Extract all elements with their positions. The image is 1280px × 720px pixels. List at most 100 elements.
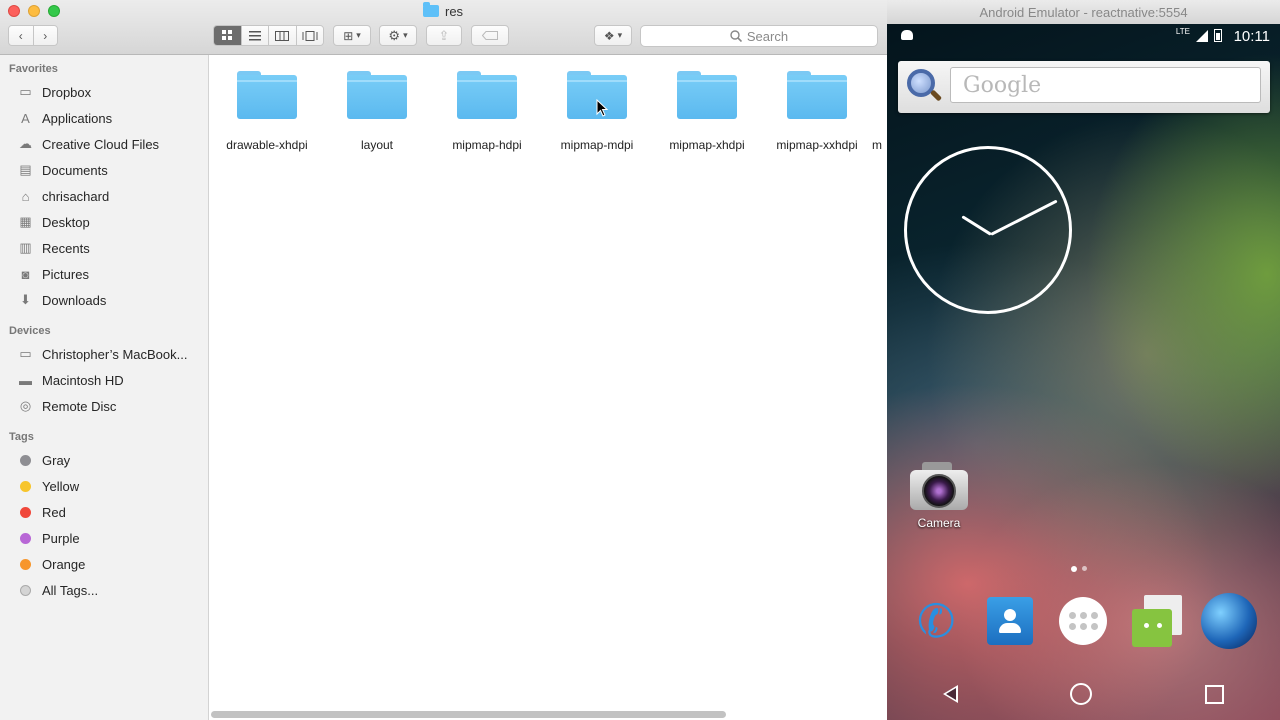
dropbox-icon: ▭: [19, 84, 32, 99]
analog-clock-widget[interactable]: [904, 146, 1072, 314]
tags-header: Tags: [9, 431, 34, 443]
sidebar-item-label: All Tags...: [42, 582, 99, 598]
search-icon-handle: [929, 89, 943, 102]
sidebar-item-documents[interactable]: ▤ Documents: [17, 159, 107, 181]
dropbox-button[interactable]: ❖ ▾: [594, 25, 632, 46]
android-nav-bar: [887, 668, 1280, 720]
dock-contacts[interactable]: [981, 592, 1039, 650]
desktop-icon: ▦: [19, 214, 32, 229]
app-drawer-icon: [1059, 597, 1107, 645]
home-icon: ⌂: [21, 188, 30, 204]
gallery-view-button[interactable]: [296, 26, 323, 45]
sidebar-item-downloads[interactable]: ⬇ Downloads: [17, 289, 106, 311]
sidebar-item-recents[interactable]: ▥ Recents: [17, 237, 89, 259]
android-notification-icon: [901, 30, 913, 40]
back-button[interactable]: ‹: [9, 26, 34, 45]
folder-item[interactable]: drawable-xhdpi: [212, 71, 322, 152]
arrange-button[interactable]: ⊞ ▾: [333, 25, 371, 46]
recents-nav-icon[interactable]: [1204, 684, 1224, 704]
share-button[interactable]: ⇪: [426, 25, 462, 46]
sidebar-item-label: Gray: [42, 452, 71, 468]
google-search-field[interactable]: Google: [950, 67, 1261, 103]
sidebar-item-label: Macintosh HD: [42, 372, 124, 388]
folder-icon: [237, 71, 297, 119]
sidebar-item-applications[interactable]: A Applications: [17, 107, 112, 129]
sidebar-item-dropbox[interactable]: ▭ Dropbox: [17, 81, 91, 103]
gear-icon: ⚙: [388, 27, 401, 43]
sidebar-tag-orange[interactable]: Orange: [17, 553, 85, 575]
maximize-window-button[interactable]: [48, 5, 60, 17]
sidebar-item-chrisachard[interactable]: ⌂ chrisachard: [17, 185, 110, 207]
sidebar-tag-yellow[interactable]: Yellow: [17, 475, 79, 497]
page-dot: [1071, 566, 1077, 572]
file-browser-content: drawable-xhdpi layout mipmap-hdpi mipmap…: [209, 55, 887, 720]
android-emulator-window: Android Emulator - reactnative:5554 LTE …: [887, 0, 1280, 720]
columns-icon: [275, 30, 290, 41]
sidebar-item-macbook[interactable]: ▭ Christopher’s MacBook...: [17, 343, 187, 365]
sidebar-tag-purple[interactable]: Purple: [17, 527, 80, 549]
app-camera[interactable]: Camera: [908, 460, 970, 530]
status-time: 10:11: [1233, 28, 1270, 45]
mouse-cursor-icon: [596, 99, 608, 117]
action-button[interactable]: ⚙ ▾: [379, 25, 417, 46]
google-search-text: Google: [963, 72, 1042, 98]
chevron-left-icon: ‹: [18, 28, 23, 43]
sidebar-item-pictures[interactable]: ◙ Pictures: [17, 263, 89, 285]
tag-color-dot: [20, 506, 31, 518]
applications-icon: A: [21, 110, 30, 126]
harddrive-icon: ▬: [19, 372, 32, 388]
dock-browser[interactable]: [1200, 592, 1258, 650]
google-search-widget[interactable]: Google: [898, 61, 1270, 113]
folder-name: drawable-xhdpi: [226, 138, 308, 152]
tag-color-dot: [20, 454, 31, 466]
folder-icon: [787, 71, 847, 119]
icon-view-button[interactable]: [214, 26, 242, 45]
folder-item[interactable]: mipmap-hdpi: [432, 71, 542, 152]
sidebar-item-creative-cloud-files[interactable]: ☁ Creative Cloud Files: [17, 133, 159, 155]
folder-item[interactable]: mipmap-xxhdpi: [762, 71, 872, 152]
list-view-button[interactable]: [241, 26, 269, 45]
sidebar-item-remote-disc[interactable]: ◎ Remote Disc: [17, 395, 117, 417]
sidebar-item-label: chrisachard: [42, 188, 110, 204]
sidebar-item-label: Downloads: [42, 292, 107, 308]
forward-button[interactable]: ›: [33, 26, 57, 45]
dock-phone[interactable]: ✆: [907, 592, 965, 650]
minimize-window-button[interactable]: [28, 5, 40, 17]
horizontal-scrollbar[interactable]: [211, 711, 726, 718]
sidebar-tag-gray[interactable]: Gray: [17, 449, 70, 471]
camera-icon: [908, 460, 970, 512]
signal-icon: [1196, 29, 1208, 42]
gallery-icon: [302, 30, 318, 41]
sidebar-tag-red[interactable]: Red: [17, 501, 66, 523]
sidebar-item-label: Dropbox: [42, 84, 92, 100]
sidebar: Favorites ▭ Dropbox A Applications ☁ Cre…: [0, 55, 209, 720]
dock-app-drawer[interactable]: [1054, 592, 1112, 650]
folder-item[interactable]: layout: [322, 71, 432, 152]
folder-icon: [347, 71, 407, 119]
emulator-title: Android Emulator - reactnative:5554: [887, 0, 1280, 25]
laptop-icon: ▭: [19, 346, 32, 361]
tag-icon: [482, 31, 498, 40]
status-bar: LTE 10:11: [887, 24, 1280, 48]
edit-tags-button[interactable]: [471, 25, 509, 46]
back-nav-icon[interactable]: [943, 685, 959, 703]
sidebar-item-label: Christopher’s MacBook...: [42, 346, 188, 362]
chevron-right-icon: ›: [43, 28, 48, 43]
sidebar-item-macintosh-hd[interactable]: ▬ Macintosh HD: [17, 369, 124, 391]
dock-messenger[interactable]: [1127, 592, 1185, 650]
home-nav-icon[interactable]: [1070, 683, 1093, 705]
sidebar-tag-all-tags[interactable]: All Tags...: [17, 579, 98, 601]
search-placeholder: Search: [746, 28, 789, 44]
search-field[interactable]: Search: [640, 25, 878, 47]
sidebar-item-desktop[interactable]: ▦ Desktop: [17, 211, 89, 233]
close-window-button[interactable]: [8, 5, 20, 17]
folder-item[interactable]: mipmap-xhdpi: [652, 71, 762, 152]
clock-hour-hand: [961, 215, 992, 236]
folder-name: mipmap-xxhdpi: [776, 138, 858, 152]
column-view-button[interactable]: [269, 26, 297, 45]
sidebar-item-label: Red: [42, 504, 66, 520]
contacts-icon: [987, 597, 1033, 645]
folder-item[interactable]: m: [872, 71, 887, 152]
share-icon: ⇪: [438, 27, 450, 43]
folder-name: layout: [360, 138, 394, 152]
